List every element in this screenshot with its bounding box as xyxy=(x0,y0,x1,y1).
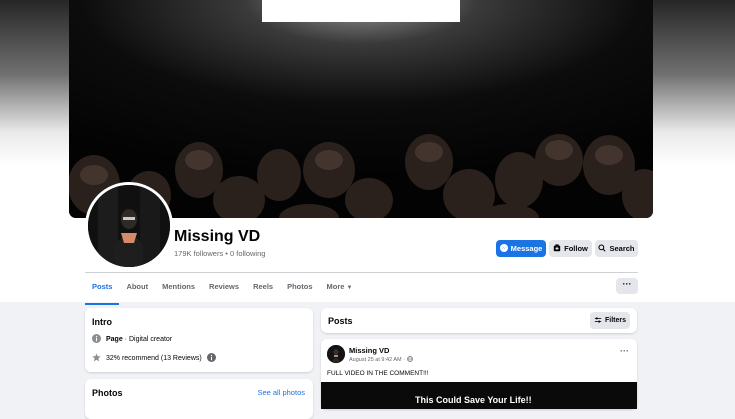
intro-recommend: 32% recommend (13 Reviews) xyxy=(92,353,216,364)
intro-page-type-text: Page · Digital creator xyxy=(106,336,172,343)
caret-down-icon: ▼ xyxy=(346,285,353,291)
cover-blur-right xyxy=(653,0,735,165)
photos-title: Photos xyxy=(92,388,123,398)
header-divider xyxy=(85,272,638,273)
intro-card: Intro Page · Digital creator 32% recomme… xyxy=(85,308,313,372)
tab-reviews[interactable]: Reviews xyxy=(202,276,246,301)
post-options-button[interactable]: ··· xyxy=(620,346,629,356)
tab-reels[interactable]: Reels xyxy=(246,276,280,301)
tab-posts[interactable]: Posts xyxy=(85,276,120,305)
tab-about[interactable]: About xyxy=(119,276,155,301)
post-media-caption: This Could Save Your Life!! xyxy=(415,395,532,405)
posts-title: Posts xyxy=(328,316,353,326)
intro-recommend-text: 32% recommend (13 Reviews) xyxy=(106,355,202,362)
messenger-icon xyxy=(499,243,508,254)
tab-mentions[interactable]: Mentions xyxy=(155,276,202,301)
profile-name: Missing VD xyxy=(174,228,261,245)
tab-photos[interactable]: Photos xyxy=(280,276,319,301)
info-icon xyxy=(92,334,101,345)
see-all-photos-link[interactable]: See all photos xyxy=(257,388,305,397)
post-card: Missing VD August 25 at 9:42 AM · ··· FU… xyxy=(321,339,637,409)
globe-icon xyxy=(407,356,413,364)
search-icon xyxy=(598,243,607,254)
posts-header-card: Posts Filters xyxy=(321,308,637,333)
intro-page-label: Page xyxy=(106,336,123,343)
post-video-thumbnail[interactable]: This Could Save Your Life!! xyxy=(321,382,637,409)
search-button[interactable]: Search xyxy=(595,240,638,257)
more-options-button[interactable]: ··· xyxy=(616,278,638,294)
tab-more-label: More xyxy=(326,282,345,291)
post-timestamp[interactable]: August 25 at 9:42 AM · xyxy=(349,356,413,364)
post-author-avatar[interactable] xyxy=(327,345,345,363)
intro-page-category: · Digital creator xyxy=(122,336,173,343)
filters-button[interactable]: Filters xyxy=(590,312,630,329)
intro-title: Intro xyxy=(92,317,112,327)
photos-card: Photos See all photos xyxy=(85,379,313,419)
post-author-name[interactable]: Missing VD xyxy=(349,346,389,355)
profile-avatar[interactable] xyxy=(85,182,173,270)
post-text: FULL VIDEO IN THE COMMENT!!! xyxy=(327,370,429,377)
follow-icon xyxy=(553,243,561,254)
message-button-label: Message xyxy=(510,244,543,253)
cover-blur-left xyxy=(0,0,69,165)
star-icon xyxy=(92,353,101,364)
followers-count[interactable]: 179K followers • 0 following xyxy=(174,249,265,258)
ellipsis-icon: ··· xyxy=(620,346,629,356)
filters-label: Filters xyxy=(604,317,626,324)
profile-tabs: Posts About Mentions Reviews Reels Photo… xyxy=(85,276,360,305)
search-button-label: Search xyxy=(609,244,635,253)
ellipsis-icon: ··· xyxy=(622,279,632,289)
message-button[interactable]: Message xyxy=(496,240,546,257)
follow-button-label: Follow xyxy=(564,244,588,253)
info-icon[interactable] xyxy=(206,353,216,364)
filter-icon xyxy=(594,316,602,326)
cover-photo[interactable] xyxy=(69,0,653,218)
tab-more[interactable]: More ▼ xyxy=(320,276,360,301)
intro-page-type: Page · Digital creator xyxy=(92,334,172,345)
post-time-text: August 25 at 9:42 AM · xyxy=(349,357,405,363)
follow-button[interactable]: Follow xyxy=(549,240,592,257)
